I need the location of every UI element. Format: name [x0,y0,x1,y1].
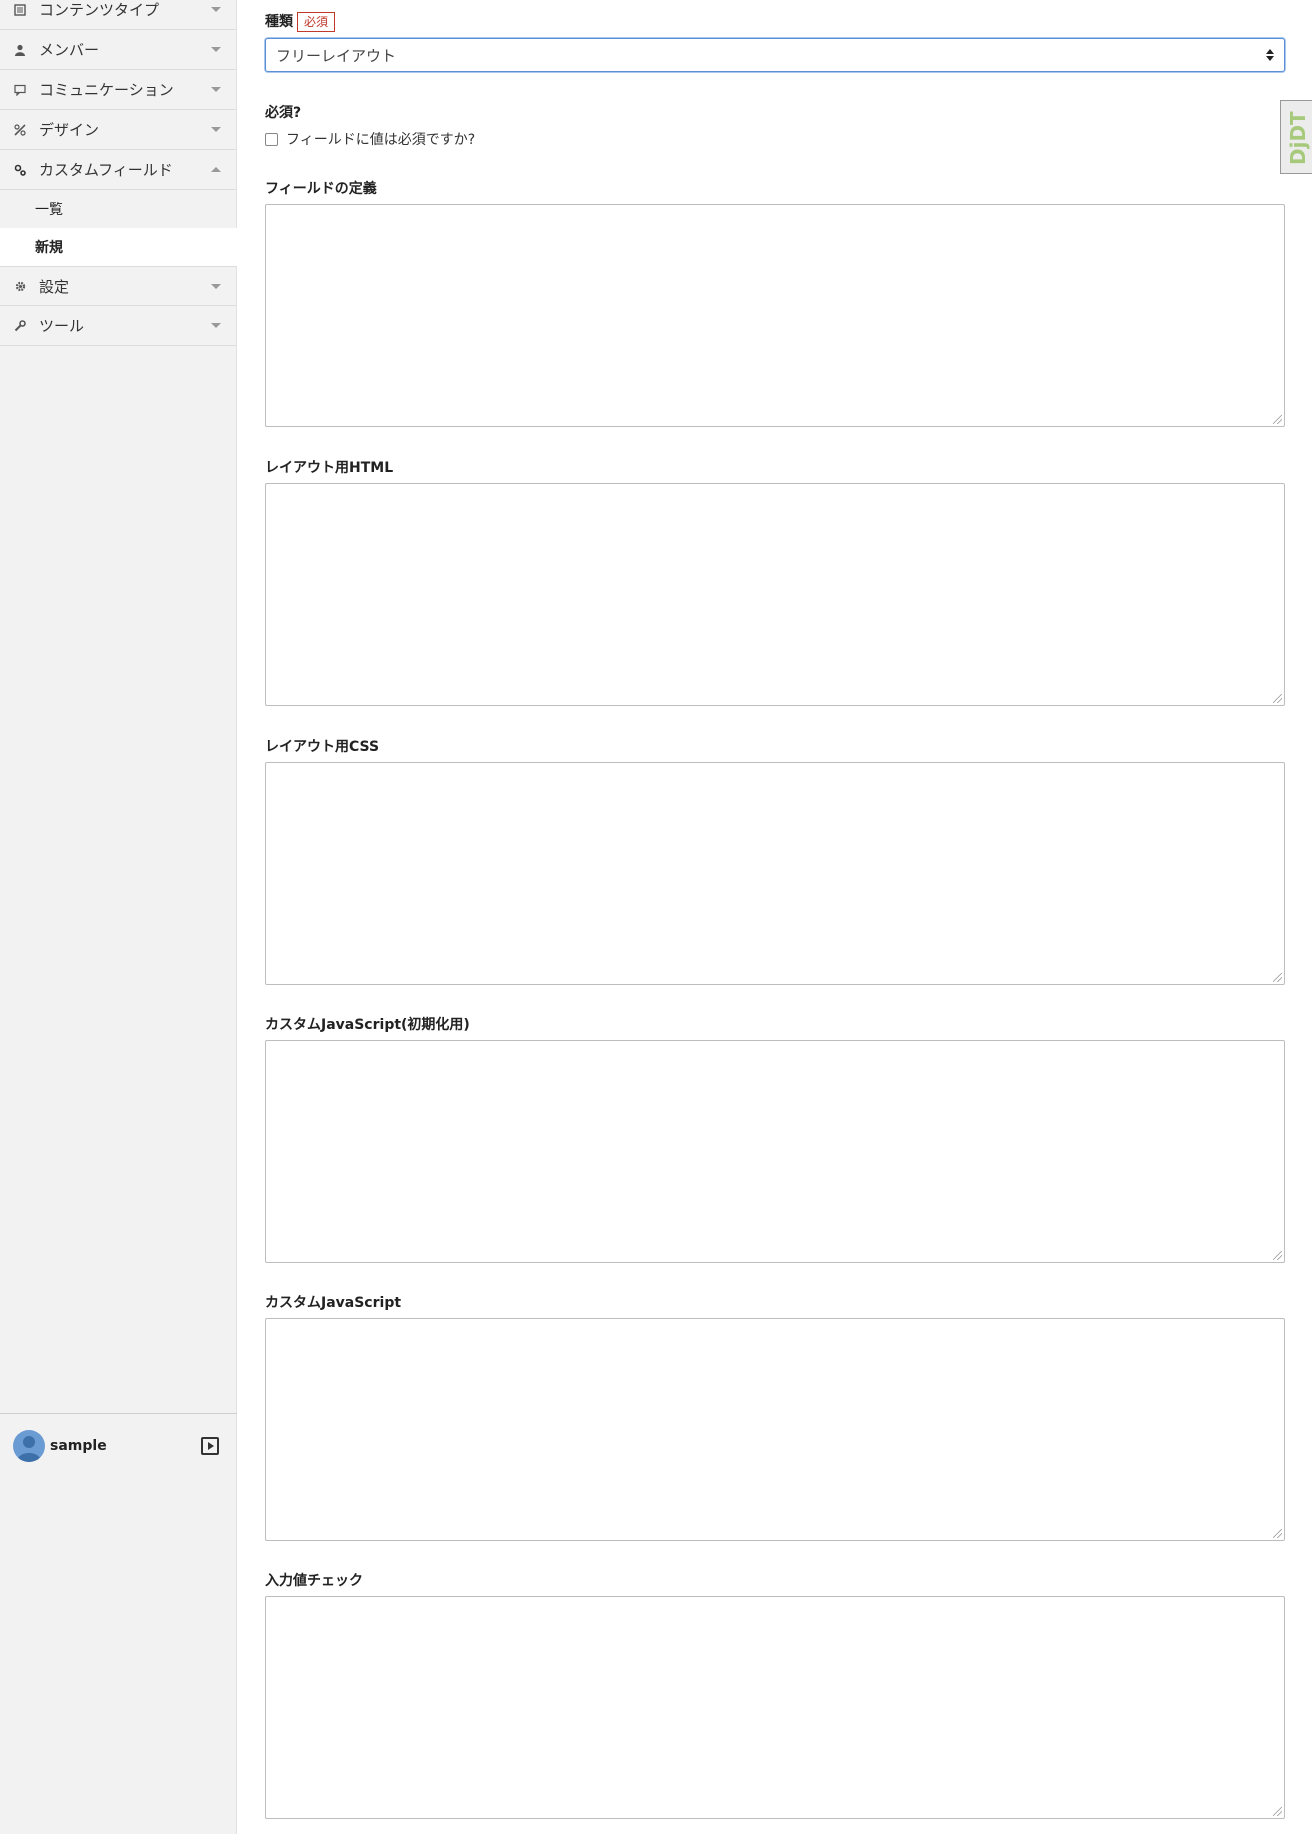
sidebar-subitem-label: 一覧 [35,202,63,218]
sidebar-item-label: 設定 [39,277,70,296]
sidebar-item-members[interactable]: メンバー [0,30,237,70]
custom-js-label: カスタムJavaScript [265,1295,402,1311]
custom-js-init-textarea[interactable] [265,1040,1285,1263]
required-checkbox[interactable] [265,132,278,146]
sidebar: コンテンツタイプ メンバー コミュニケーション デザイン カスタムフィールド 一… [0,0,237,1834]
select-arrows-icon [1266,49,1274,61]
sidebar-item-label: コンテンツタイプ [39,1,160,19]
resize-handle-icon[interactable] [1273,1529,1282,1538]
design-icon [13,123,27,137]
comment-icon [13,83,27,97]
required-badge: 必須 [297,12,336,32]
sidebar-item-content-type[interactable]: コンテンツタイプ [0,0,237,30]
sidebar-subitem-label: 新規 [35,240,63,256]
user-profile: sample [0,1430,237,1464]
validation-label: 入力値チェック [265,1573,363,1589]
resize-handle-icon[interactable] [1273,1251,1282,1260]
chevron-up-icon [211,167,221,172]
sidebar-item-label: メンバー [39,41,100,59]
layout-css-label: レイアウト用CSS [265,739,380,755]
required-label: 必須? [265,105,302,121]
layout-css-textarea[interactable] [265,762,1285,985]
content-type-icon [13,3,27,17]
resize-handle-icon[interactable] [1273,694,1282,703]
chevron-down-icon [211,47,221,52]
debug-toolbar-handle[interactable]: DjDT [1280,100,1312,174]
username: sample [50,1438,107,1454]
layout-html-label: レイアウト用HTML [265,460,394,476]
chevron-down-icon [211,323,221,328]
user-icon [13,43,27,57]
custom-js-textarea[interactable] [265,1318,1285,1541]
play-icon[interactable] [201,1437,219,1455]
sidebar-item-label: コミュニケーション [39,81,174,99]
chevron-down-icon [211,87,221,92]
resize-handle-icon[interactable] [1273,973,1282,982]
sidebar-subitem-new[interactable]: 新規 [0,228,237,266]
field-definition-label: フィールドの定義 [265,181,377,197]
sidebar-item-tools[interactable]: ツール [0,306,237,346]
avatar[interactable] [13,1430,45,1462]
chevron-down-icon [211,284,221,289]
required-checkbox-label: フィールドに値は必須ですか? [286,132,476,148]
type-select[interactable]: フリーレイアウト [265,38,1285,72]
custom-js-init-label: カスタムJavaScript(初期化用) [265,1017,470,1033]
sidebar-item-label: デザイン [39,121,100,139]
type-select-value: フリーレイアウト [276,46,397,65]
chevron-down-icon [211,127,221,132]
chevron-down-icon [211,7,221,12]
debug-toolbar-label: DjDT [1286,111,1310,165]
sidebar-subitem-list[interactable]: 一覧 [0,190,237,228]
sidebar-item-communication[interactable]: コミュニケーション [0,70,237,110]
type-label-text: 種類 [265,14,293,30]
resize-handle-icon[interactable] [1273,1807,1282,1816]
divider [0,1413,237,1414]
sidebar-item-label: カスタムフィールド [39,161,173,179]
wrench-icon [13,319,27,333]
layout-html-textarea[interactable] [265,483,1285,706]
custom-field-icon [13,163,27,177]
gear-icon [13,279,27,293]
sidebar-item-label: ツール [39,317,85,335]
field-definition-textarea[interactable] [265,204,1285,427]
validation-textarea[interactable] [265,1596,1285,1819]
sidebar-item-design[interactable]: デザイン [0,110,237,150]
required-checkbox-row[interactable]: フィールドに値は必須ですか? [265,129,475,149]
resize-handle-icon[interactable] [1273,415,1282,424]
sidebar-item-settings[interactable]: 設定 [0,266,237,306]
type-label: 種類 必須 [265,11,336,32]
sidebar-item-custom-field[interactable]: カスタムフィールド [0,150,237,190]
